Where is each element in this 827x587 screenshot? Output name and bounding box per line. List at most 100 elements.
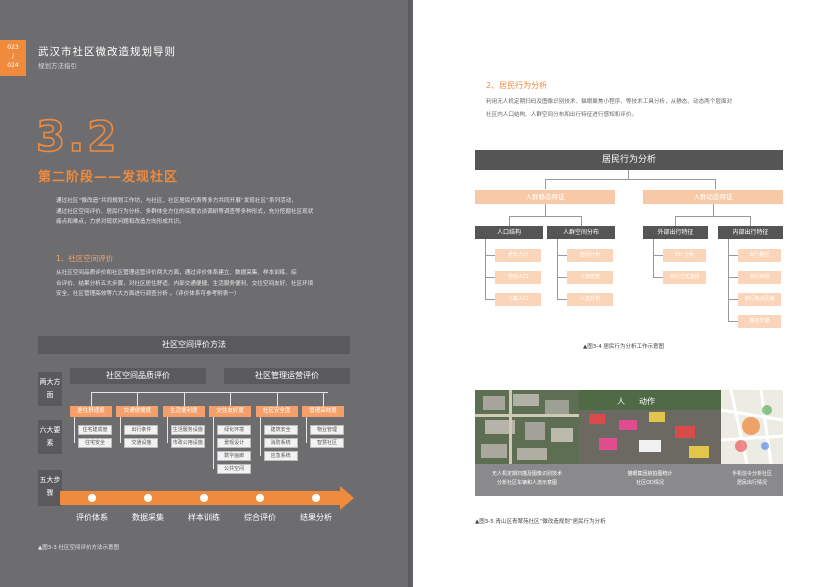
element-box: 居住舒适度 [70, 406, 112, 417]
leaf-item: 空间分布 [567, 249, 613, 262]
step-dot [312, 494, 320, 502]
leaf-item: 出行目的 [738, 271, 781, 284]
connector [545, 179, 715, 180]
behavior-paragraph: 利用无人机定期扫码及图像识别技术、猫眼聚焦小程序、等技术工具分析，从静态、动态两… [486, 96, 786, 122]
sub-item: 消防系统 [263, 438, 298, 448]
sub-line: 安全、社区管理高效等六大方面进行调查分析 。（评价体系可参考附表一） [56, 291, 240, 297]
traffic-camera-photo: 人 动作 [579, 390, 721, 464]
stage-title: 第二阶段——发现社区 [38, 170, 179, 185]
sub-item: 绿化环境 [217, 425, 252, 435]
leaf-item: 人流密度 [567, 271, 613, 284]
element-box: 社区安全度 [255, 406, 298, 417]
connector [675, 216, 750, 217]
page-number-a: 023 [7, 44, 19, 51]
connector [91, 392, 92, 406]
behavior-line: 利用无人机定期扫码及图像识别技术、猫眼聚焦小程序、等技术工具分析，从静态、动态两… [486, 99, 733, 105]
leaf-item: 出行热点区域 [738, 293, 781, 306]
header-title: 武汉市社区微改造规划导则 [38, 46, 176, 58]
step-dot [88, 494, 96, 502]
connector [509, 216, 510, 226]
intro-paragraph: 通过社区“微改造”共同规划工作坊，与社区、社区居民代表等多方共同开展“发现社区”… [56, 196, 313, 228]
connector [557, 277, 567, 278]
photo-caption-line: 手机信令分析社区 [731, 471, 772, 477]
connector [713, 204, 714, 216]
sub-line: 从社区空间品质评价和社区管理运营评价两大方面，通过评价体系建立、数据采集、样本训… [56, 270, 297, 276]
step-label: 评价体系 [76, 513, 108, 522]
step-dot [144, 494, 152, 502]
connector [715, 179, 716, 189]
photo-caption: 手机信令分析社区 居民出行情况 [721, 464, 783, 496]
connector [545, 179, 546, 189]
sub-item: 交通设施 [124, 438, 159, 448]
connector [276, 392, 278, 406]
subsection-title: 1、社区空间评价 [56, 254, 114, 263]
section-number: 3.2 [35, 111, 120, 162]
branch-static: 人群静态特征 [475, 190, 615, 204]
connector [675, 216, 676, 226]
group-box: 外部出行特征 [643, 226, 708, 239]
step-label: 结果分析 [300, 513, 332, 522]
connector [728, 239, 729, 321]
step-label: 样本训练 [188, 513, 220, 522]
connector [750, 216, 751, 226]
connector [485, 277, 495, 278]
connector [557, 299, 567, 300]
figure-caption-3-5: ▲图3-5 青山区青翠苑社区“微改造规划”居民行为分析 [475, 519, 606, 525]
step-dot [256, 494, 264, 502]
connector [166, 417, 168, 443]
group-box: 人群空间分布 [547, 226, 615, 239]
group-box: 人口结构 [475, 226, 543, 239]
connector [728, 255, 738, 256]
element-box: 生活便利度 [162, 406, 205, 417]
left-page: 023 / 024 武汉市社区微改造规划导则 规划方法指引 3.2 第二阶段——… [0, 0, 413, 587]
steps-arrowhead [340, 486, 354, 510]
photo-caption-line: 社区OD情况 [636, 480, 664, 486]
sub-item: 智慧社区 [310, 438, 344, 448]
page-number-sep: / [11, 53, 15, 60]
leaf-item: 出行方式选择 [663, 271, 706, 284]
sub-line: 合评价、结果分析五大步骤，对社区居住舒适、内部交通便捷、生活服务便利、交往空间友… [56, 280, 314, 287]
leaf-item: 人流分布 [567, 293, 613, 306]
connector [545, 204, 546, 216]
connector [581, 216, 582, 226]
photo-caption: 猫眼集团航拍图统计 社区OD情况 [579, 464, 721, 496]
connector [557, 255, 567, 256]
intro-line: 通过社区空间评价、居民行为分析、多群体全方位的深度访谈调研等调查等多种形式，充分… [56, 208, 314, 215]
connector [323, 392, 324, 406]
step-dot [200, 494, 208, 502]
connector [74, 417, 75, 443]
sub-item: 公共空间 [217, 464, 252, 474]
step-label: 数据采集 [132, 513, 164, 522]
photo-label-action: 动作 [639, 396, 655, 406]
connector [509, 216, 581, 217]
diagram-title: 社区空间评价方法 [38, 336, 350, 354]
sub-item: 应急系统 [263, 451, 298, 461]
leaf-item: 出行路径 [738, 249, 781, 262]
sub-item: 景观设计 [217, 438, 252, 448]
behavior-title: 2、居民行为分析 [486, 81, 548, 90]
photo-caption-line: 分析社区车辆和人流示意图 [496, 480, 557, 486]
connector [653, 277, 663, 278]
sub-item: 住宅建成度 [78, 425, 112, 435]
sub-item: 住宅安全 [78, 438, 112, 448]
connector [728, 277, 738, 278]
connector [653, 255, 663, 256]
connector [306, 417, 307, 443]
behavior-root: 居民行为分析 [475, 150, 783, 170]
intro-line: 痛点和难点，力求对现状问题和改造方向形成共识。 [56, 219, 185, 225]
header-subtitle: 规划方法指引 [38, 62, 77, 70]
sub-item: 生活服务设施 [170, 425, 205, 435]
intro-line: 通过社区“微改造”共同规划工作坊，与社区、社区居民代表等多方共同开展“发现社区”… [56, 198, 297, 204]
figure-caption-3-3: ▲图3-3 社区空间评价方法示意图 [38, 545, 119, 551]
leaf-item: 儿童人口 [495, 293, 541, 306]
photo-caption: 无人机定期扫描及图像识别技术 分析社区车辆和人流示意图 [475, 464, 579, 496]
leaf-item: OD 分析 [663, 249, 706, 262]
connector [137, 392, 139, 406]
subsection-paragraph: 从社区空间品质评价和社区管理运营评价两大方面，通过评价体系建立、数据采集、样本训… [56, 268, 313, 300]
row-label-elements: 六大要素 [38, 420, 62, 454]
connector [653, 239, 654, 277]
connector [92, 392, 328, 393]
connector [485, 255, 495, 256]
element-box: 交通便捷度 [116, 406, 159, 417]
photo-label-person: 人 [617, 397, 625, 406]
